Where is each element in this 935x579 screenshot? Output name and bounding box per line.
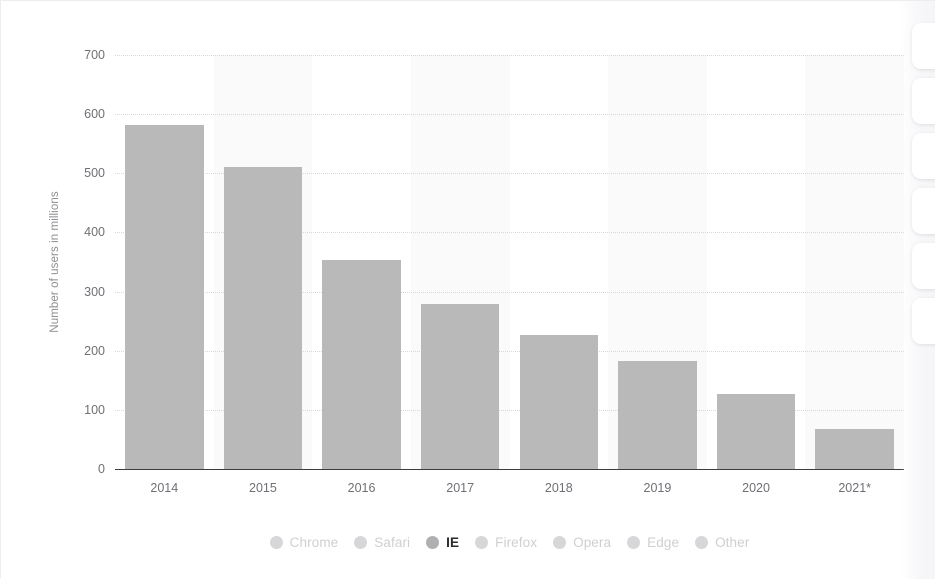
side-card-6[interactable] [912, 298, 935, 344]
side-card-5[interactable] [912, 243, 935, 289]
x-tick-label: 2020 [742, 481, 770, 495]
legend-label: Chrome [289, 534, 339, 550]
legend-dot-icon [695, 535, 709, 549]
legend-dot-icon [475, 535, 489, 549]
legend-label: Opera [573, 534, 612, 550]
y-tick-label: 0 [98, 462, 105, 476]
legend-dot-icon [426, 535, 440, 549]
y-tick-label: 600 [84, 107, 105, 122]
chart-legend: Chrome Safari IE Firefox Opera Edge Other [115, 529, 904, 555]
legend-label: IE [446, 534, 460, 550]
y-tick-label: 400 [84, 225, 105, 240]
side-card-4[interactable] [912, 188, 935, 234]
legend-dot-icon [269, 535, 283, 549]
y-tick-label: 200 [84, 343, 105, 358]
side-card-1[interactable] [912, 23, 935, 69]
legend-item-edge[interactable]: Edge [627, 535, 679, 550]
legend-label: Safari [374, 534, 411, 550]
x-tick-label: 2018 [544, 481, 573, 495]
legend-item-firefox[interactable]: Firefox [475, 535, 537, 550]
y-axis-tick-labels: 700 600 500 400 300 200 100 0 [57, 1, 105, 579]
legend-label: Other [715, 534, 750, 550]
legend-dot-icon [354, 535, 368, 549]
y-tick-label: 500 [84, 166, 105, 181]
x-tick-label: 2021* [838, 481, 872, 495]
x-tick-label: 2015 [249, 481, 277, 495]
x-tick-label: 2019 [643, 481, 672, 495]
bar-chart-figure: Number of users in millions 700 600 500 400… [0, 0, 935, 579]
x-tick-label: 2016 [347, 481, 376, 495]
right-side-panel [900, 1, 935, 579]
y-tick-label: 300 [84, 284, 105, 299]
legend-dot-icon [553, 535, 567, 549]
legend-item-chrome[interactable]: Chrome [269, 534, 339, 550]
side-card-2[interactable] [912, 78, 935, 124]
legend-item-other[interactable]: Other [695, 535, 749, 550]
x-axis-tick-labels: 2014 2015 2016 2017 2018 2019 2020 2021* [115, 1, 904, 579]
legend-dot-icon [627, 535, 641, 549]
y-tick-label: 100 [84, 402, 105, 417]
x-tick-label: 2014 [150, 481, 179, 495]
legend-label: Firefox [495, 534, 538, 550]
y-tick-label: 700 [84, 48, 105, 62]
legend-label: Edge [647, 534, 680, 550]
legend-item-opera[interactable]: Opera [553, 535, 611, 550]
x-tick-label: 2017 [446, 481, 475, 495]
side-card-3[interactable] [912, 133, 935, 179]
legend-item-ie[interactable]: IE [426, 535, 459, 550]
legend-item-safari[interactable]: Safari [354, 535, 410, 550]
